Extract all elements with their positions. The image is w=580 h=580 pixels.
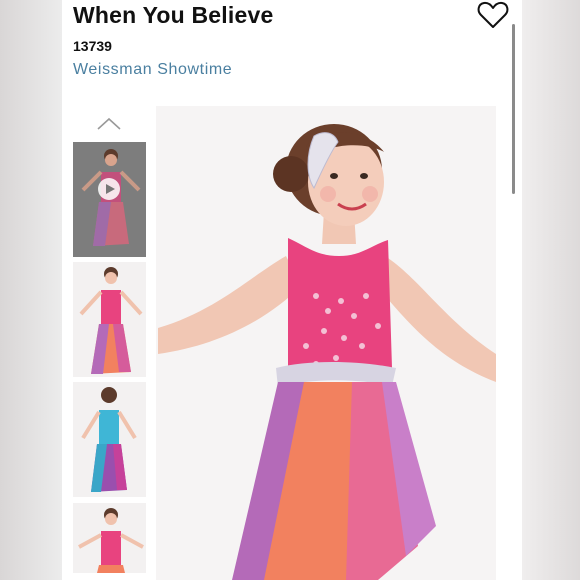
gallery-thumbnail-front-2[interactable] <box>73 503 146 573</box>
dancer-thumbnail-image <box>81 387 137 492</box>
product-page: When You Believe 13739 Weissman Showtime <box>62 0 522 580</box>
gallery-thumbnail-video[interactable] <box>73 142 146 257</box>
background-left-margin <box>0 0 62 580</box>
dancer-main-image <box>156 106 496 580</box>
dancer-thumbnail-image <box>78 508 144 573</box>
chevron-up-icon[interactable] <box>96 116 122 132</box>
dancer-thumbnail-image <box>79 267 143 374</box>
product-sku: 13739 <box>73 38 112 54</box>
gallery-thumbnail-front[interactable] <box>73 262 146 377</box>
main-product-image[interactable] <box>156 106 496 580</box>
heart-icon[interactable] <box>476 0 510 30</box>
scrollbar[interactable] <box>512 24 515 194</box>
brand-link[interactable]: Weissman Showtime <box>73 61 232 79</box>
background-right-margin <box>522 0 580 580</box>
gallery-thumbnail-back[interactable] <box>73 382 146 497</box>
play-icon[interactable] <box>98 178 120 200</box>
product-title: When You Believe <box>73 2 274 28</box>
